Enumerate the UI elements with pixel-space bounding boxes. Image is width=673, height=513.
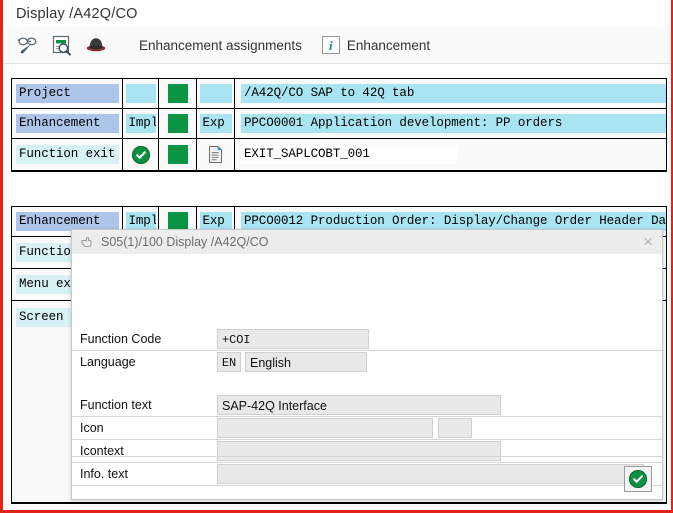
close-icon[interactable]: × bbox=[640, 233, 656, 252]
find-in-document-icon[interactable] bbox=[45, 30, 79, 60]
check-circle-icon bbox=[629, 469, 647, 488]
row-exp-cell[interactable] bbox=[197, 139, 235, 170]
row-exp: Exp bbox=[199, 114, 232, 133]
row-value-cell: PPCO0001 Application development: PP ord… bbox=[235, 109, 666, 138]
language-text-input[interactable]: English bbox=[245, 352, 367, 372]
language-code-input[interactable]: EN bbox=[217, 352, 241, 372]
row-impl-cell bbox=[123, 79, 159, 108]
status-green-square bbox=[167, 114, 188, 133]
enhancement-table-top: Project /A42Q/CO SAP to 42Q tab Enhancem… bbox=[11, 78, 667, 172]
confirm-button[interactable] bbox=[624, 465, 652, 492]
row-impl bbox=[125, 84, 156, 103]
row-value: /A42Q/CO SAP to 42Q tab bbox=[241, 84, 666, 103]
row-exp-cell: Exp bbox=[197, 109, 235, 138]
toolbar: Enhancement assignments i Enhancement bbox=[3, 27, 671, 64]
function-text-input[interactable]: SAP-42Q Interface bbox=[217, 395, 501, 415]
row-label: Function exit bbox=[16, 145, 119, 164]
row-impl: Impl bbox=[125, 114, 156, 133]
row-exp-cell bbox=[197, 79, 235, 108]
sap-window: Display /A42Q/CO Enhancement assignments… bbox=[0, 0, 673, 513]
language-label: Language bbox=[80, 355, 136, 369]
row-label: Enhancement bbox=[16, 114, 119, 133]
info-icon: i bbox=[321, 36, 340, 54]
dialog-body: Function Code +COI Language EN English F… bbox=[72, 254, 662, 500]
icon-label: Icon bbox=[80, 421, 104, 435]
field-row-language: Language EN English bbox=[72, 351, 662, 373]
row-value-cell[interactable]: EXIT_SAPLCOBT_001 bbox=[235, 139, 666, 170]
dialog-field-group-1: Function Code +COI Language EN English bbox=[72, 328, 662, 373]
row-value-cell: /A42Q/CO SAP to 42Q tab bbox=[235, 79, 666, 108]
function-code-input[interactable]: +COI bbox=[217, 329, 369, 349]
display-glasses-icon[interactable] bbox=[11, 30, 45, 60]
function-exit-dialog: S05(1)/100 Display /A42Q/CO × Function C… bbox=[71, 229, 663, 500]
icon-input[interactable] bbox=[217, 418, 433, 438]
enhancement-assignments-button[interactable]: Enhancement assignments bbox=[129, 30, 312, 60]
row-status-cell bbox=[159, 79, 197, 108]
dialog-footer bbox=[72, 456, 662, 500]
enhancement-button[interactable]: i Enhancement bbox=[312, 30, 440, 60]
row-label: Project bbox=[16, 84, 119, 103]
check-circle-icon bbox=[131, 145, 150, 164]
row-impl-cell: Impl bbox=[123, 109, 159, 138]
function-code-label: Function Code bbox=[80, 332, 162, 346]
info-icon-letter: i bbox=[329, 37, 333, 53]
row-value: PPCO0001 Application development: PP ord… bbox=[241, 114, 666, 133]
row-status-cell bbox=[159, 109, 197, 138]
row-status-cell bbox=[159, 139, 197, 170]
row-exp bbox=[199, 84, 232, 103]
row-label-cell: Project bbox=[12, 79, 123, 108]
field-row-function-code: Function Code +COI bbox=[72, 328, 662, 351]
table-row[interactable]: Enhancement Impl Exp PPCO0001 Applicatio… bbox=[12, 109, 666, 139]
table-top-body: Project /A42Q/CO SAP to 42Q tab Enhancem… bbox=[11, 78, 667, 172]
exit-name-input[interactable]: EXIT_SAPLCOBT_001 bbox=[241, 145, 457, 164]
status-green-square bbox=[167, 145, 188, 164]
enhancement-label: Enhancement bbox=[346, 37, 431, 53]
pointing-hand-icon bbox=[81, 236, 94, 248]
icon-preview-input[interactable] bbox=[438, 418, 472, 438]
field-row-function-text: Function text SAP-42Q Interface bbox=[72, 394, 662, 417]
row-label-cell: Enhancement bbox=[12, 109, 123, 138]
table-row[interactable]: Function exit bbox=[12, 139, 666, 170]
document-list-icon bbox=[207, 145, 224, 164]
row-label-cell: Function exit bbox=[12, 139, 123, 170]
field-row-icon: Icon bbox=[72, 417, 662, 440]
function-text-label: Function text bbox=[80, 398, 152, 412]
table-row[interactable]: Project /A42Q/CO SAP to 42Q tab bbox=[12, 79, 666, 109]
window-title-bar: Display /A42Q/CO bbox=[3, 0, 671, 27]
page-title: Display /A42Q/CO bbox=[16, 5, 138, 22]
dialog-title-bar[interactable]: S05(1)/100 Display /A42Q/CO × bbox=[72, 230, 662, 254]
sap-hat-icon[interactable] bbox=[79, 30, 113, 60]
row-impl-cell[interactable] bbox=[123, 139, 159, 170]
enhancement-assignments-label: Enhancement assignments bbox=[139, 37, 302, 53]
status-green-square bbox=[167, 84, 188, 103]
dialog-title: S05(1)/100 Display /A42Q/CO bbox=[101, 235, 269, 249]
